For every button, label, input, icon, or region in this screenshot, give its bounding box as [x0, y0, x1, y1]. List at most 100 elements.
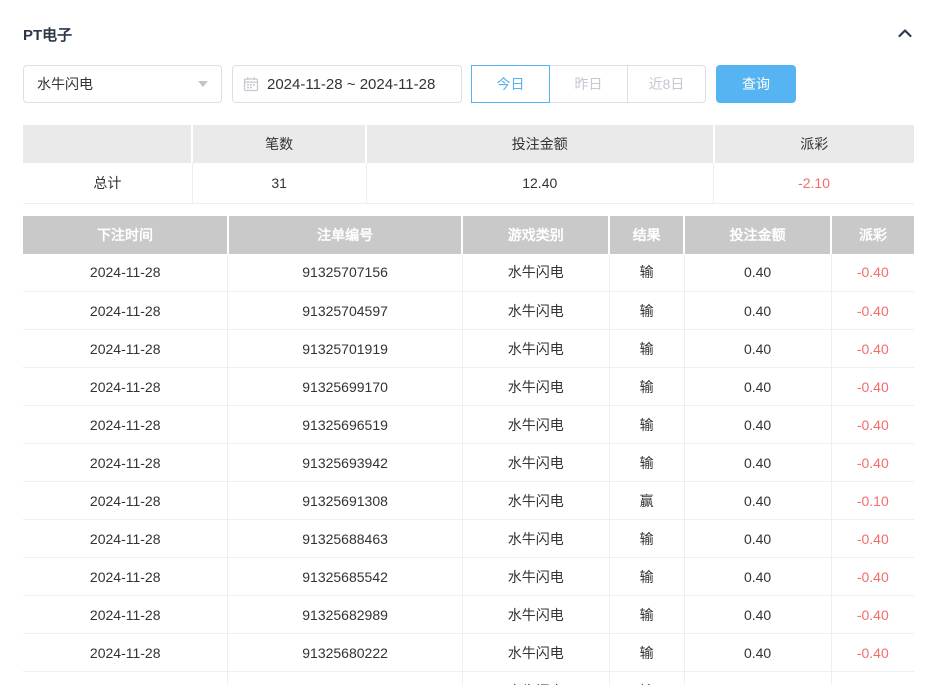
records-header-row: 下注时间 注单编号 游戏类别 结果 投注金额 派彩 — [23, 216, 914, 254]
records-header-cell: 注单编号 — [228, 216, 462, 254]
cell-game-type: 水牛闪电 — [462, 672, 609, 685]
cell-result: 输 — [609, 672, 684, 685]
game-select[interactable]: 水牛闪电 — [23, 65, 222, 103]
cell-game-type: 水牛闪电 — [462, 254, 609, 292]
cell-result: 输 — [609, 444, 684, 482]
range-button[interactable]: 近8日 — [627, 65, 706, 103]
cell-bet-amount: 0.40 — [684, 368, 831, 406]
cell-bet-time: 2024-11-28 — [23, 558, 228, 596]
cell-bet-amount: 0.40 — [684, 254, 831, 292]
table-row: 2024-11-28 91325701919 水牛闪电 输 0.40 -0.40 — [23, 330, 914, 368]
summary-payout: -2.10 — [714, 163, 915, 203]
cell-bet-amount: 0.40 — [684, 558, 831, 596]
cell-game-type: 水牛闪电 — [462, 330, 609, 368]
records-header-cell: 派彩 — [831, 216, 914, 254]
cell-payout: -0.40 — [831, 520, 914, 558]
cell-bet-id: 91325699170 — [228, 368, 462, 406]
table-row: 2024-11-28 91325696519 水牛闪电 输 0.40 -0.40 — [23, 406, 914, 444]
cell-game-type: 水牛闪电 — [462, 292, 609, 330]
cell-bet-id: 91325680222 — [228, 634, 462, 672]
date-range-input[interactable]: 2024-11-28 ~ 2024-11-28 — [232, 65, 462, 103]
records-body: 2024-11-28 91325707156 水牛闪电 输 0.40 -0.40… — [23, 254, 914, 685]
summary-count: 31 — [192, 163, 366, 203]
cell-bet-time: 2024-11-28 — [23, 368, 228, 406]
cell-result: 赢 — [609, 482, 684, 520]
cell-bet-id: 91325704597 — [228, 292, 462, 330]
cell-bet-amount: 0.40 — [684, 444, 831, 482]
cell-bet-time: 2024-11-28 — [23, 292, 228, 330]
cell-bet-id: 91325696519 — [228, 406, 462, 444]
date-range-value: 2024-11-28 ~ 2024-11-28 — [267, 76, 435, 93]
summary-header-row: 笔数 投注金额 派彩 — [23, 125, 914, 163]
summary-header-cell: 投注金额 — [366, 125, 713, 163]
cell-bet-id: 91325688463 — [228, 520, 462, 558]
cell-game-type: 水牛闪电 — [462, 596, 609, 634]
cell-result: 输 — [609, 254, 684, 292]
table-row: 2024-11-28 91325691308 水牛闪电 赢 0.40 -0.10 — [23, 482, 914, 520]
cell-bet-id: 91325682989 — [228, 596, 462, 634]
cell-result: 输 — [609, 634, 684, 672]
table-row: 2024-11-28 91325699170 水牛闪电 输 0.40 -0.40 — [23, 368, 914, 406]
table-row: 2024-11-28 91325682989 水牛闪电 输 0.40 -0.40 — [23, 596, 914, 634]
cell-payout: -0.40 — [831, 444, 914, 482]
report-panel: PT电子 水牛闪电 — [0, 0, 937, 685]
summary-table: 笔数 投注金额 派彩 总计 31 12.40 -2.10 — [23, 125, 914, 204]
records-header-cell: 投注金额 — [684, 216, 831, 254]
query-button[interactable]: 查询 — [716, 65, 796, 103]
cell-game-type: 水牛闪电 — [462, 368, 609, 406]
table-row: 2024-11-28 91325685542 水牛闪电 输 0.40 -0.40 — [23, 558, 914, 596]
caret-down-icon — [198, 81, 208, 87]
cell-payout: -0.40 — [831, 558, 914, 596]
cell-bet-id — [228, 672, 462, 685]
cell-result: 输 — [609, 596, 684, 634]
filter-bar: 水牛闪电 2024-11-28 ~ 2024-11-28 — [23, 65, 914, 103]
records-table: 下注时间 注单编号 游戏类别 结果 投注金额 派彩 2024-11-28 913… — [23, 216, 914, 685]
cell-result: 输 — [609, 520, 684, 558]
cell-payout: -0.40 — [831, 406, 914, 444]
summary-total-label: 总计 — [23, 163, 192, 203]
page-title: PT电子 — [23, 24, 72, 45]
cell-bet-amount — [684, 672, 831, 685]
game-select-value: 水牛闪电 — [37, 74, 93, 94]
table-row: 2024-11-28 91325680222 水牛闪电 输 0.40 -0.40 — [23, 634, 914, 672]
cell-bet-time: 2024-11-28 — [23, 520, 228, 558]
cell-bet-time: 2024-11-28 — [23, 330, 228, 368]
summary-header-cell — [23, 125, 192, 163]
cell-bet-amount: 0.40 — [684, 292, 831, 330]
table-row: 2024-11-28 91325688463 水牛闪电 输 0.40 -0.40 — [23, 520, 914, 558]
cell-bet-id: 91325691308 — [228, 482, 462, 520]
range-button[interactable]: 今日 — [471, 65, 550, 103]
cell-bet-time: 2024-11-28 — [23, 596, 228, 634]
summary-header-cell: 笔数 — [192, 125, 366, 163]
cell-bet-time: 2024-11-28 — [23, 634, 228, 672]
cell-bet-amount: 0.40 — [684, 330, 831, 368]
cell-bet-amount: 0.40 — [684, 596, 831, 634]
records-header-cell: 结果 — [609, 216, 684, 254]
collapse-button[interactable] — [896, 26, 914, 43]
cell-bet-id: 91325707156 — [228, 254, 462, 292]
chevron-up-icon — [896, 26, 914, 43]
cell-game-type: 水牛闪电 — [462, 406, 609, 444]
cell-result: 输 — [609, 558, 684, 596]
cell-payout: -0.40 — [831, 634, 914, 672]
range-button[interactable]: 昨日 — [549, 65, 628, 103]
cell-result: 输 — [609, 292, 684, 330]
cell-bet-amount: 0.40 — [684, 520, 831, 558]
table-row: 2024-11-28 91325707156 水牛闪电 输 0.40 -0.40 — [23, 254, 914, 292]
cell-game-type: 水牛闪电 — [462, 558, 609, 596]
cell-payout: -0.40 — [831, 368, 914, 406]
records-header-cell: 下注时间 — [23, 216, 228, 254]
cell-game-type: 水牛闪电 — [462, 634, 609, 672]
table-row: 2024-11-28 91325693942 水牛闪电 输 0.40 -0.40 — [23, 444, 914, 482]
summary-header-cell: 派彩 — [714, 125, 915, 163]
cell-bet-id: 91325701919 — [228, 330, 462, 368]
cell-bet-amount: 0.40 — [684, 482, 831, 520]
cell-bet-time: 2024-11-28 — [23, 254, 228, 292]
records-header-cell: 游戏类别 — [462, 216, 609, 254]
cell-bet-time — [23, 672, 228, 685]
cell-game-type: 水牛闪电 — [462, 520, 609, 558]
cell-result: 输 — [609, 330, 684, 368]
cell-bet-id: 91325693942 — [228, 444, 462, 482]
cell-bet-time: 2024-11-28 — [23, 444, 228, 482]
cell-payout: -0.10 — [831, 482, 914, 520]
